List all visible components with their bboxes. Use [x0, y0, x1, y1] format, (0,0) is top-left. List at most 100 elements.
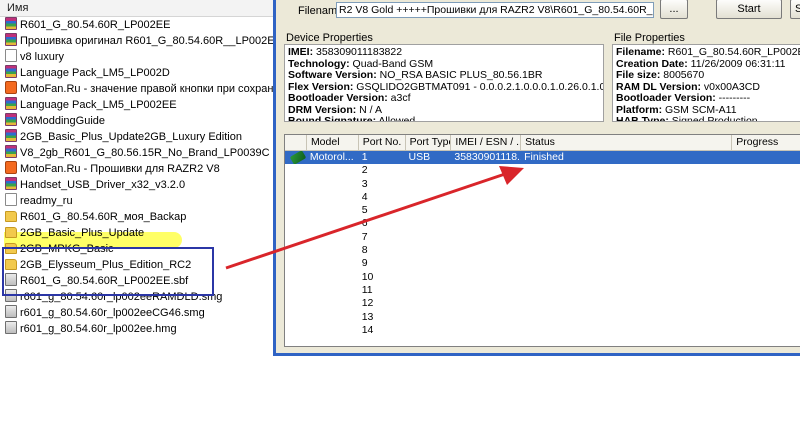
file-list-item[interactable]: V8_2gb_R601_G_80.56.15R_No_Brand_LP0039C — [2, 145, 282, 161]
file-list-item[interactable]: R601_G_80.54.60R_LP002EE — [2, 17, 282, 33]
port-type-cell — [406, 311, 452, 324]
table-row[interactable]: 5 — [285, 204, 800, 217]
icon-cell — [285, 311, 307, 324]
file-name: 2GB_Basic_Plus_Update — [20, 227, 145, 239]
icon-cell — [285, 257, 307, 270]
column-header[interactable]: Port Type — [406, 135, 452, 150]
file-list-item[interactable]: readmy_ru — [2, 193, 282, 209]
column-header[interactable]: Model — [307, 135, 359, 150]
web-shortcut-icon — [5, 81, 17, 94]
status-cell — [521, 191, 732, 204]
progress-cell — [732, 204, 800, 217]
file-list-item[interactable]: Language Pack_LM5_LP002EE — [2, 97, 282, 113]
file-list-item[interactable]: r601_g_80.54.60r_lp002ee.hmg — [2, 321, 282, 337]
model-cell — [307, 297, 359, 310]
ports-table: Model Port No. Port Type IMEI / ESN / ... St… — [284, 134, 800, 347]
file-property-key: Filename: — [616, 46, 666, 58]
document-icon — [5, 49, 17, 62]
device-property-key: Software Version: — [288, 69, 377, 81]
device-property-value: N / A — [356, 103, 382, 116]
port-cell: 13 — [361, 310, 374, 323]
file-list-item[interactable]: V8ModdingGuide — [2, 113, 282, 129]
file-name: Handset_USB_Driver_x32_v3.2.0 — [20, 179, 186, 191]
browse-button[interactable]: ... — [660, 0, 688, 19]
imei-cell — [451, 311, 521, 324]
progress-cell — [732, 164, 800, 177]
model-cell: Motorol... — [309, 151, 354, 163]
file-list-item[interactable]: R601_G_80.54.60R_моя_Backap — [2, 209, 282, 225]
column-header[interactable]: Port No. — [359, 135, 406, 150]
rar-archive-icon — [5, 129, 17, 142]
icon-cell — [285, 297, 307, 310]
folder-icon — [5, 227, 17, 238]
file-list-item[interactable]: 2GB_Basic_Plus_Update2GB_Luxury Edition — [2, 129, 282, 145]
file-list-item[interactable]: r601_g_80.54.60r_lp002eeCG46.smg — [2, 305, 282, 321]
table-row[interactable]: 2 — [285, 164, 800, 177]
status-cell — [521, 164, 732, 177]
progress-cell — [732, 271, 800, 284]
imei-cell — [451, 178, 521, 191]
name-column-header[interactable]: Имя — [0, 0, 282, 17]
show-button[interactable]: Show — [790, 0, 800, 19]
device-properties-title: Device Properties — [286, 32, 373, 44]
imei-cell — [451, 204, 521, 217]
filename-input[interactable]: R2 V8 Gold +++++Прошивки для RAZR2 V8\R6… — [336, 2, 654, 18]
column-header[interactable]: IMEI / ESN / ... — [451, 135, 522, 150]
port-cell: 5 — [361, 204, 368, 217]
imei-cell — [451, 191, 521, 204]
device-property-value: Allowed — [376, 115, 416, 122]
table-row[interactable]: 12 — [285, 297, 800, 310]
file-name: R601_G_80.54.60R_моя_Backap — [20, 211, 187, 223]
file-list-item[interactable]: Прошивка оригинал R601_G_80.54.60R__LP00… — [2, 33, 282, 49]
progress-cell — [732, 257, 800, 270]
file-list-item[interactable]: 2GB_Basic_Plus_Update — [2, 225, 282, 241]
file-list-item[interactable]: Handset_USB_Driver_x32_v3.2.0 — [2, 177, 282, 193]
model-cell — [307, 204, 359, 217]
device-property-key: Flex Version: — [288, 80, 354, 93]
rar-archive-icon — [5, 97, 17, 110]
file-property-value: R601_G_80.54.60R_LP002EE.sbf — [667, 46, 800, 58]
table-row[interactable]: 6 — [285, 217, 800, 230]
column-header[interactable]: Progress — [732, 135, 800, 150]
progress-cell — [732, 244, 800, 257]
device-property-line: Bound Signature: Allowed — [288, 115, 600, 122]
device-property-value: Quad-Band GSM — [349, 57, 434, 70]
file-property-key: HAB Type: — [616, 115, 669, 122]
column-header[interactable] — [285, 135, 307, 150]
port-type-cell — [406, 231, 452, 244]
table-row[interactable]: 3 — [285, 178, 800, 191]
status-cell — [521, 217, 732, 230]
table-row[interactable]: 11 — [285, 284, 800, 297]
file-list-item[interactable]: Language Pack_LM5_LP002D — [2, 65, 282, 81]
model-cell — [307, 164, 359, 177]
ports-table-header: Model Port No. Port Type IMEI / ESN / ... St… — [285, 135, 800, 151]
imei-cell — [451, 324, 521, 337]
port-cell: 4 — [361, 190, 368, 203]
column-header[interactable]: Status — [521, 135, 733, 150]
device-property-value: GSQLIDO2GBTMAT091 - 0.0.0.2.1.0.0.0.1.0.… — [356, 80, 603, 93]
document-icon — [5, 193, 17, 206]
progress-cell — [732, 151, 800, 164]
icon-cell — [285, 324, 307, 337]
file-list-item[interactable]: MotoFan.Ru - значение правой кнопки при … — [2, 81, 282, 97]
start-button[interactable]: Start — [716, 0, 782, 19]
port-type-cell — [406, 284, 452, 297]
table-row[interactable]: 7 — [285, 231, 800, 244]
table-row[interactable]: 9 — [285, 257, 800, 270]
file-name: R601_G_80.54.60R_LP002EE — [20, 19, 171, 31]
imei-cell — [451, 231, 521, 244]
table-row[interactable]: 13 — [285, 311, 800, 324]
table-row[interactable]: 10 — [285, 271, 800, 284]
file-list-item[interactable]: MotoFan.Ru - Прошивки для RAZR2 V8 — [2, 161, 282, 177]
table-row[interactable]: 8 — [285, 244, 800, 257]
file-property-key: Creation Date: — [616, 57, 688, 70]
table-row[interactable]: 14 — [285, 324, 800, 337]
imei-cell: 35830901118... — [454, 151, 522, 163]
port-type-cell — [406, 204, 452, 217]
table-row[interactable]: Motorol... 1 USB 35830901118... Finished — [285, 151, 800, 165]
file-property-key: File size: — [616, 69, 661, 81]
port-type-cell — [406, 164, 452, 177]
file-list-item[interactable]: v8 luxury — [2, 49, 282, 65]
table-row[interactable]: 4 — [285, 191, 800, 204]
imei-cell — [451, 271, 521, 284]
